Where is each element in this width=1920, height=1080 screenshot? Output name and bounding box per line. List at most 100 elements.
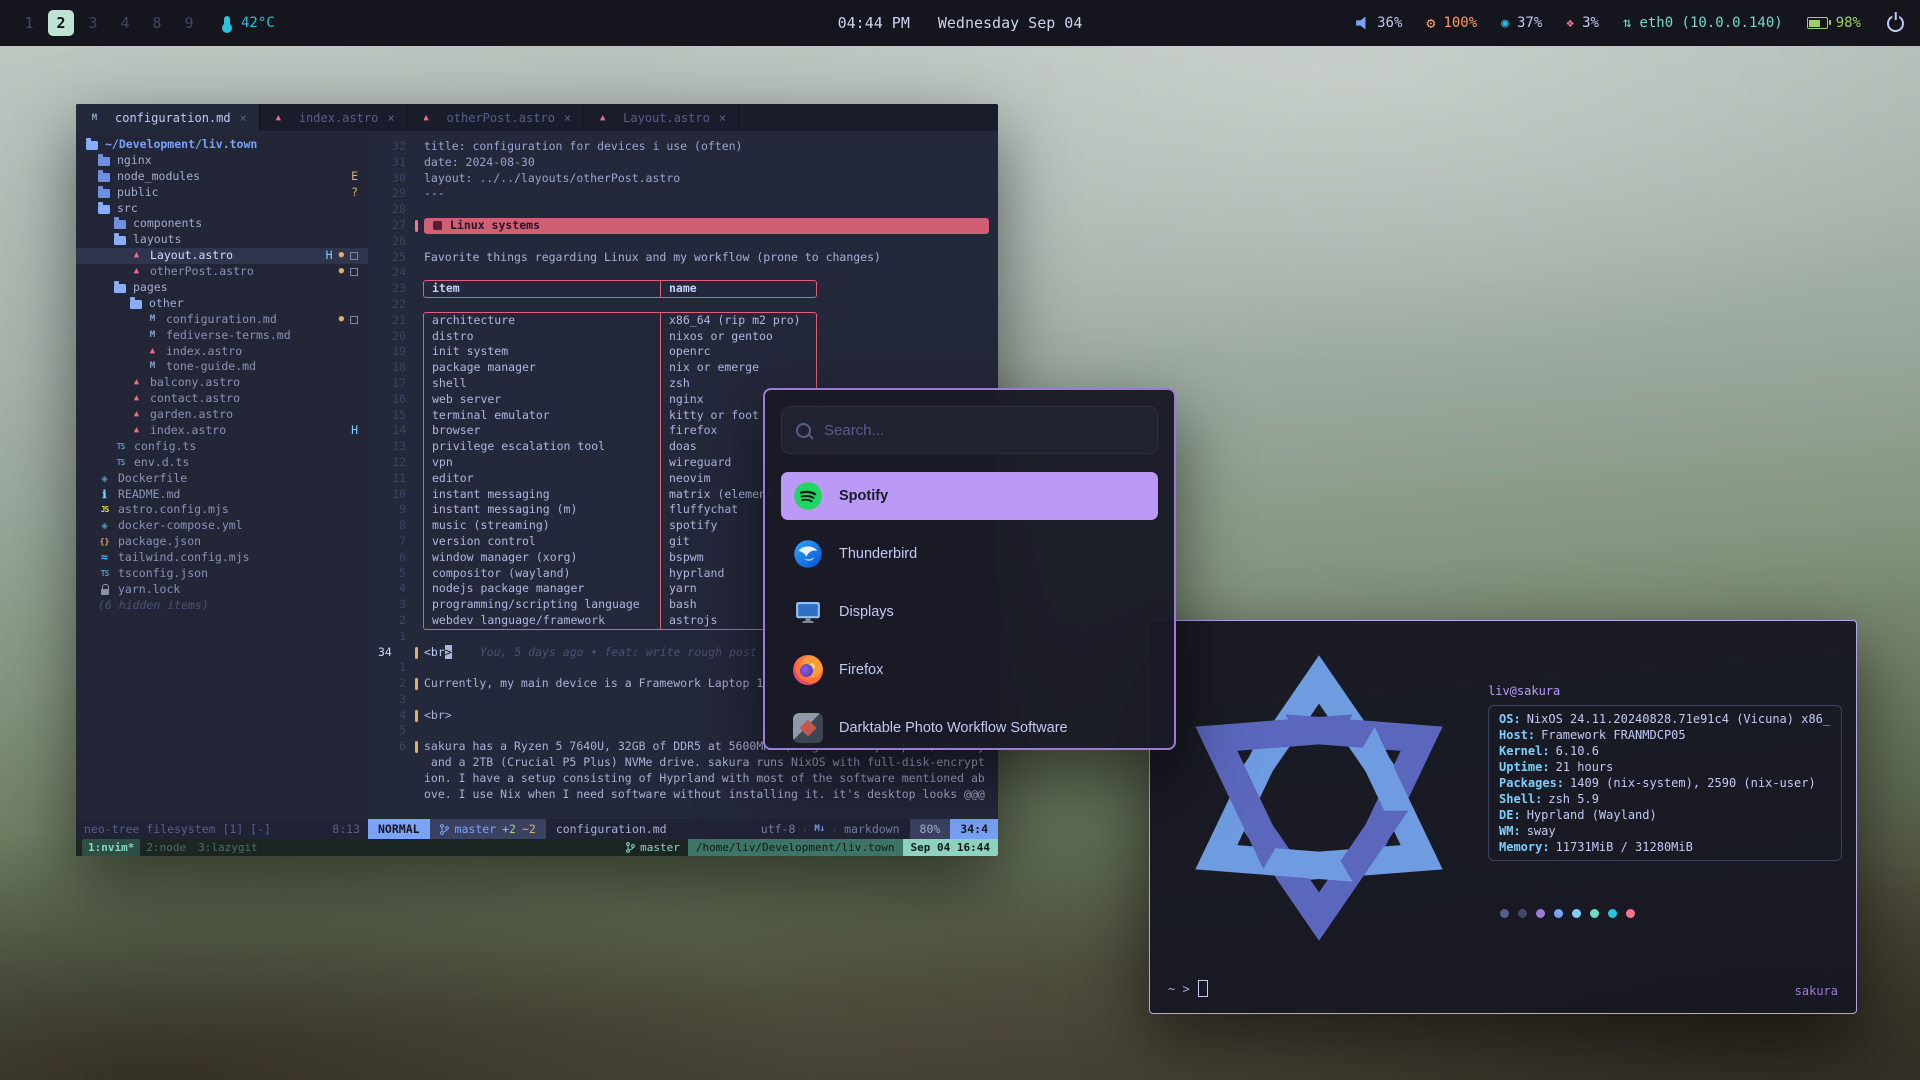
markdown-file-icon <box>146 313 159 326</box>
workspace-button[interactable]: 4 <box>112 10 138 36</box>
tree-item[interactable]: index.astro <box>76 344 368 360</box>
workspace-button[interactable]: 8 <box>144 10 170 36</box>
tab-close-icon[interactable]: × <box>240 111 247 125</box>
app-launcher: Spotify Thunderbird Displays Firefox Dar… <box>763 388 1176 750</box>
spotify-icon <box>793 481 823 511</box>
thermometer-icon <box>224 16 230 30</box>
tab-index-astro[interactable]: index.astro × <box>260 104 408 131</box>
search-input[interactable] <box>822 421 1143 440</box>
folder-open-icon <box>130 300 142 309</box>
table-row: instant messagingmatrix (element <box>424 487 816 503</box>
launcher-item-thunderbird[interactable]: Thunderbird <box>781 530 1158 578</box>
workspace-button-active[interactable]: 2 <box>48 10 74 36</box>
table-row: webdev language/frameworkastrojs <box>424 613 816 629</box>
workspace-button[interactable]: 9 <box>176 10 202 36</box>
launcher-item-firefox[interactable]: Firefox <box>781 646 1158 694</box>
markdown-icon: M↓ <box>814 824 825 834</box>
launcher-item-darktable[interactable]: Darktable Photo Workflow Software <box>781 704 1158 750</box>
file-tree: ~/Development/liv.town nginx node_module… <box>76 131 368 819</box>
tmux-window[interactable]: 2:node <box>140 839 192 856</box>
tab-close-icon[interactable]: × <box>564 111 571 125</box>
neotree-statusline: neo-tree filesystem [1] [-] 8:13 <box>76 819 368 839</box>
unstaged-square-icon <box>350 268 358 276</box>
tree-root[interactable]: ~/Development/liv.town <box>76 137 368 153</box>
intro-line: Favorite things regarding Linux and my w… <box>424 250 998 266</box>
tree-item[interactable]: package.json <box>76 534 368 550</box>
folder-icon <box>98 157 110 166</box>
tree-item[interactable]: balcony.astro <box>76 375 368 391</box>
table-row: privilege escalation tooldoas <box>424 439 816 455</box>
tab-configuration-md[interactable]: configuration.md × <box>76 104 260 131</box>
tree-item[interactable]: tailwind.config.mjs <box>76 550 368 566</box>
javascript-file-icon <box>98 504 111 517</box>
tree-item[interactable]: fediverse-terms.md <box>76 328 368 344</box>
tree-item[interactable]: config.ts <box>76 439 368 455</box>
tree-item[interactable]: configuration.md● <box>76 312 368 328</box>
tree-item[interactable]: tone-guide.md <box>76 359 368 375</box>
tab-close-icon[interactable]: × <box>719 111 726 125</box>
network-module[interactable]: ⇅eth0 (10.0.0.140) <box>1623 15 1783 31</box>
tree-item[interactable]: nginx <box>76 153 368 169</box>
tmux-window-active[interactable]: 1:nvim* <box>82 839 140 856</box>
cursor-position: 34:4 <box>950 819 998 839</box>
folder-icon <box>114 220 126 229</box>
tree-item-selected[interactable]: Layout.astroH● <box>76 248 368 264</box>
temperature-value: 42°C <box>241 15 275 31</box>
diagnostic-error-badge: E <box>351 169 358 185</box>
battery-module[interactable]: 98% <box>1807 15 1861 31</box>
astro-file-icon <box>130 424 143 437</box>
workspace-button[interactable]: 3 <box>80 10 106 36</box>
tree-item[interactable]: src <box>76 201 368 217</box>
table-row: vpnwireguard <box>424 455 816 471</box>
tree-item[interactable]: tsconfig.json <box>76 566 368 582</box>
clock-time: 04:44 PM <box>838 14 910 32</box>
tab-otherpost-astro[interactable]: otherPost.astro × <box>408 104 585 131</box>
table-row: terminal emulatorkitty or foot <box>424 408 816 424</box>
tree-item[interactable]: contact.astro <box>76 391 368 407</box>
power-button[interactable] <box>1887 15 1904 32</box>
palette-dot <box>1626 909 1635 918</box>
tree-item[interactable]: garden.astro <box>76 407 368 423</box>
astro-icon <box>596 111 609 124</box>
cpu-module[interactable]: ❖3% <box>1566 15 1599 31</box>
tree-item[interactable]: index.astroH <box>76 423 368 439</box>
workspace-button[interactable]: 1 <box>16 10 42 36</box>
brightness-module[interactable]: ⚙100% <box>1426 15 1477 31</box>
astro-file-icon <box>130 377 143 390</box>
tree-item[interactable]: public? <box>76 185 368 201</box>
darktable-icon <box>793 713 823 743</box>
temperature-module[interactable]: 42°C <box>224 15 275 31</box>
tree-item[interactable]: layouts <box>76 232 368 248</box>
tree-item[interactable]: Dockerfile <box>76 471 368 487</box>
volume-module[interactable]: 36% <box>1356 15 1402 31</box>
folder-open-icon <box>114 284 126 293</box>
shell-prompt[interactable]: ~ > <box>1168 980 1208 997</box>
tree-item[interactable]: astro.config.mjs <box>76 502 368 518</box>
tree-item[interactable]: env.d.ts <box>76 455 368 471</box>
tmux-window[interactable]: 3:lazygit <box>192 839 264 856</box>
tree-item[interactable]: pages <box>76 280 368 296</box>
vim-mode-indicator: NORMAL <box>368 819 430 839</box>
tree-item[interactable]: yarn.lock <box>76 582 368 598</box>
tree-item[interactable]: node_modulesE <box>76 169 368 185</box>
launcher-item-displays[interactable]: Displays <box>781 588 1158 636</box>
markdown-file-icon <box>146 361 159 374</box>
gutter-numbers-above: 32 31 30 29 28 27 26 25 24 23 22 21 20 1… <box>368 139 406 645</box>
terminal-window[interactable]: liv@sakura OS:NixOS 24.11.20240828.71e91… <box>1149 620 1857 1014</box>
tab-layout-astro[interactable]: Layout.astro × <box>584 104 739 131</box>
tree-item[interactable]: components <box>76 216 368 232</box>
typescript-file-icon <box>114 440 127 453</box>
launcher-search-box[interactable] <box>781 406 1158 454</box>
tree-item[interactable]: other <box>76 296 368 312</box>
astro-file-icon <box>130 409 143 422</box>
disk-module[interactable]: ◉37% <box>1501 15 1542 31</box>
statusline-filename: configuration.md <box>546 819 677 839</box>
markdown-file-icon <box>146 329 159 342</box>
json-file-icon <box>98 536 111 549</box>
tab-close-icon[interactable]: × <box>387 111 394 125</box>
cursor-block: > <box>445 645 452 659</box>
tree-item[interactable]: docker-compose.yml <box>76 518 368 534</box>
tree-item[interactable]: otherPost.astro● <box>76 264 368 280</box>
tree-item[interactable]: README.md <box>76 487 368 503</box>
launcher-item-spotify[interactable]: Spotify <box>781 472 1158 520</box>
